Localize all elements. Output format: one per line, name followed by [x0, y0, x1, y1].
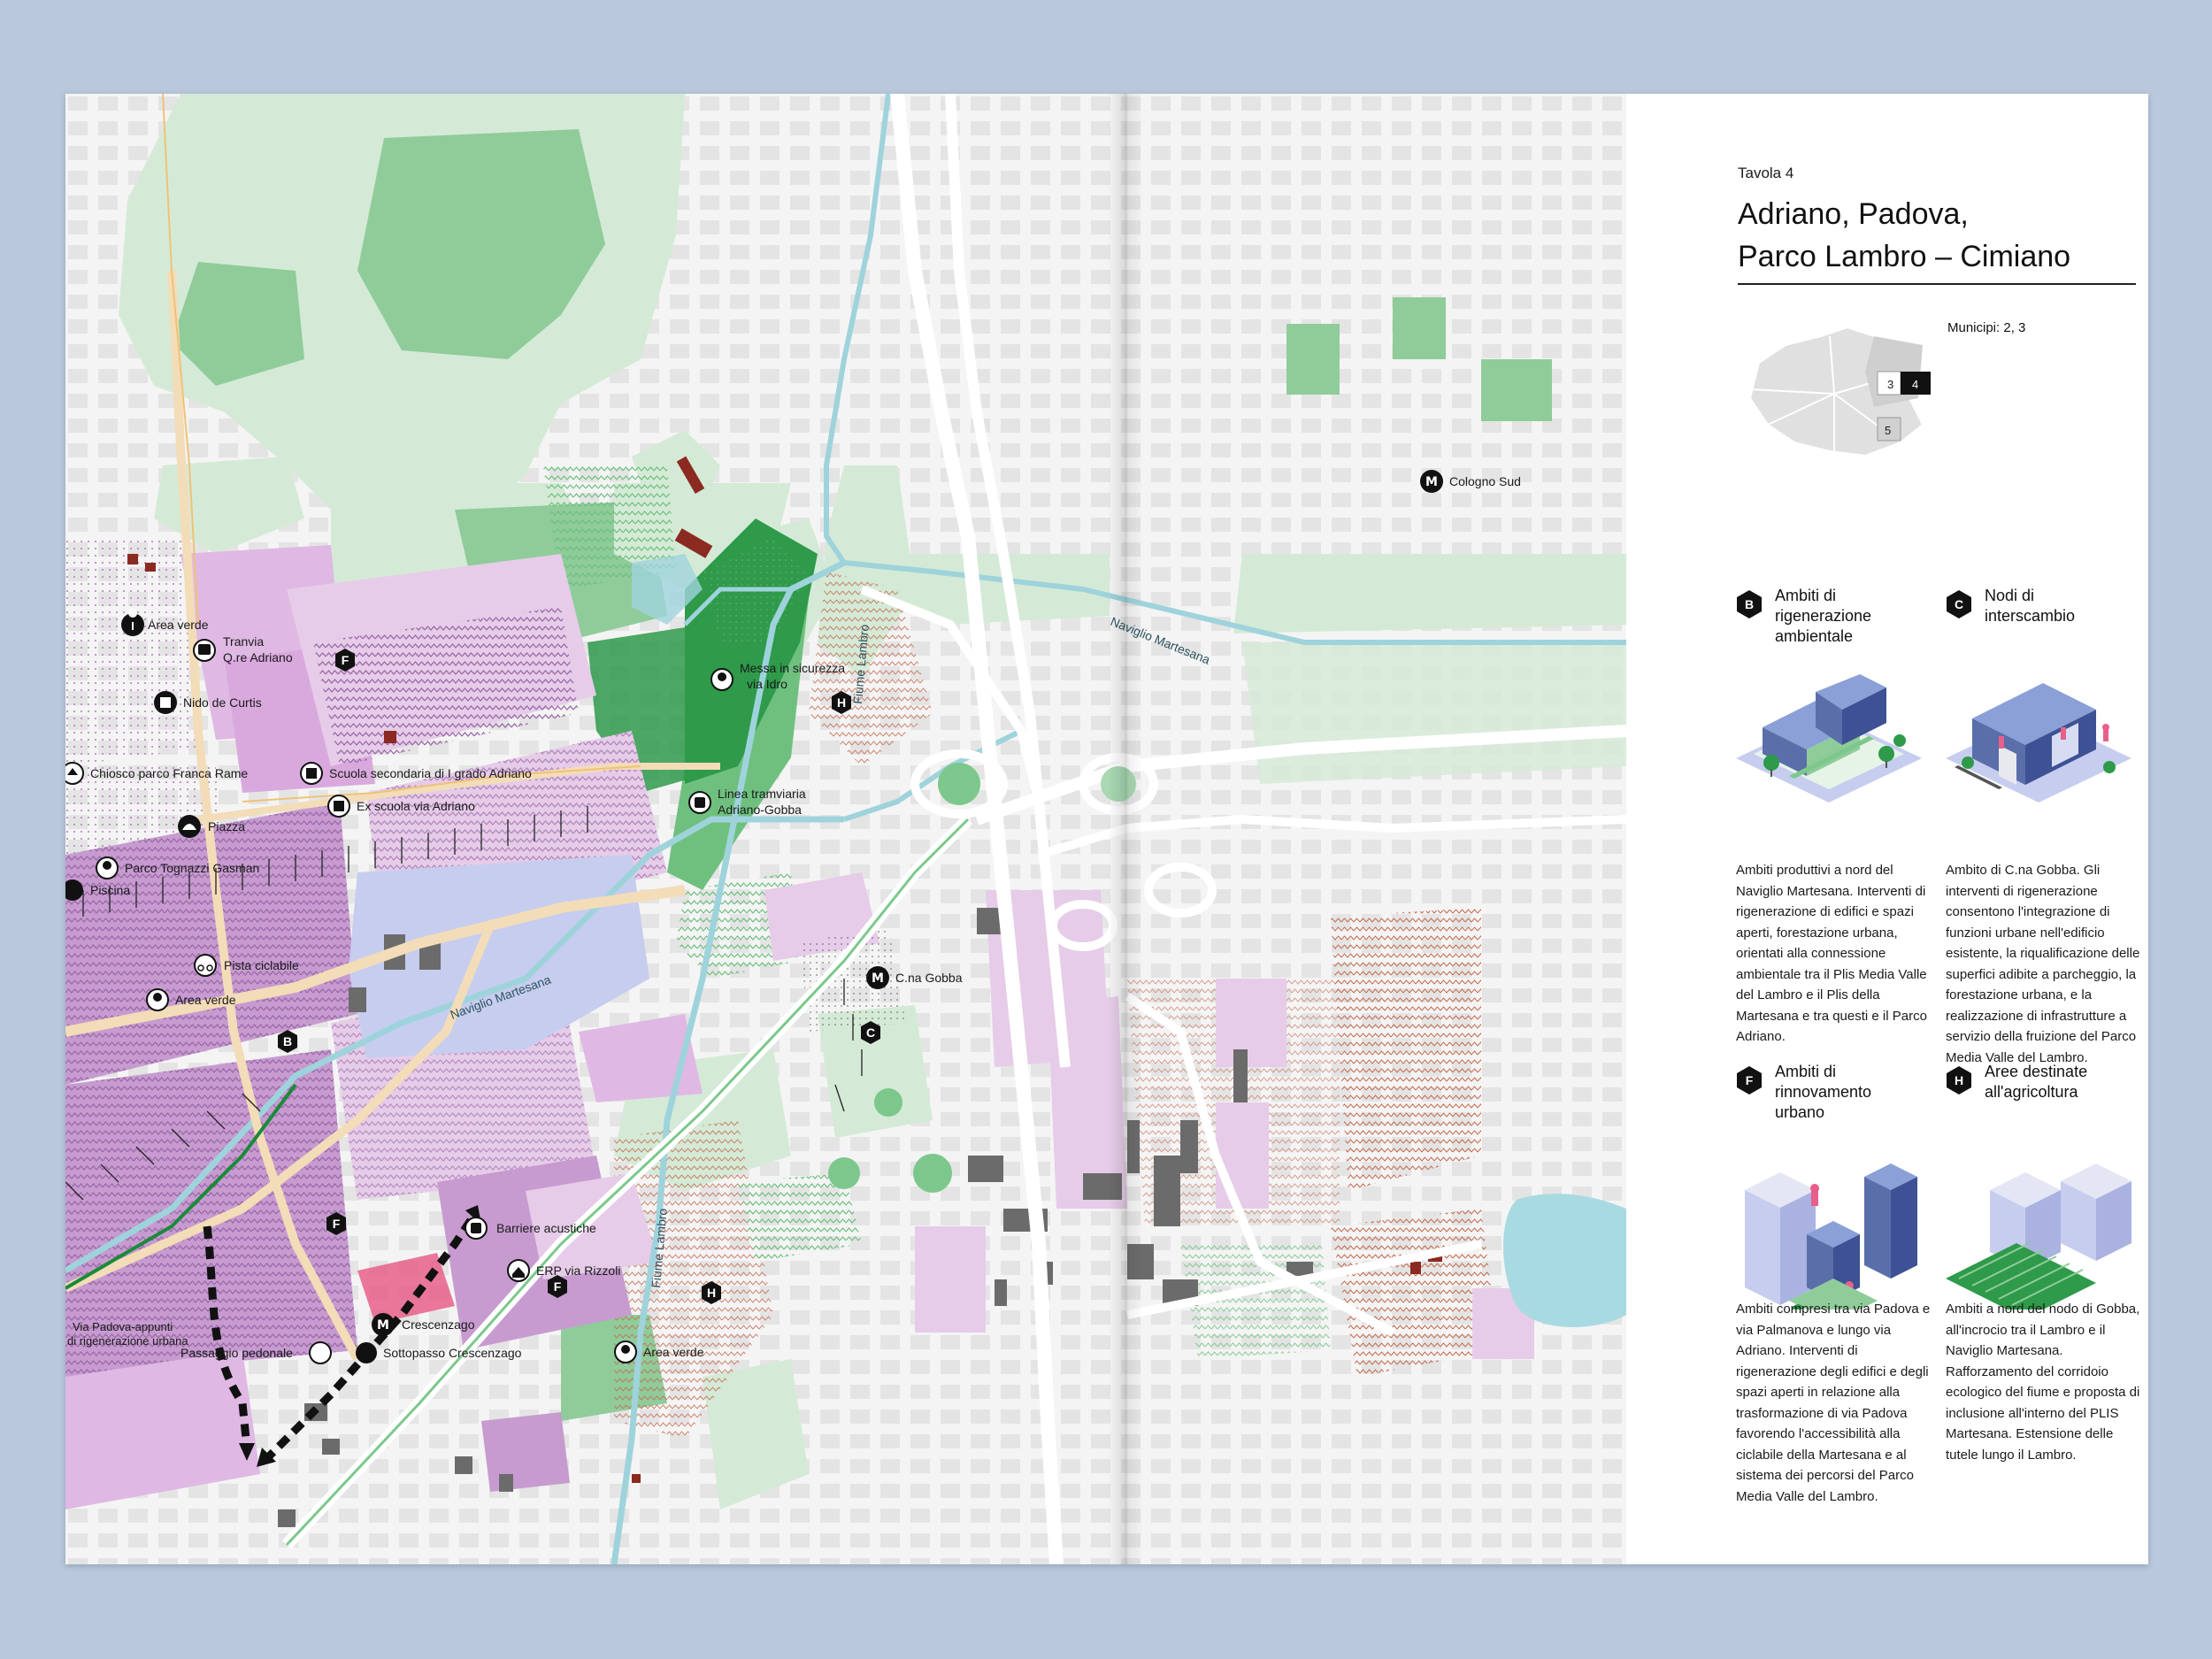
svg-text:C: C: [1955, 597, 1963, 611]
title-line: Parco Lambro – Cimiano: [1738, 240, 2071, 273]
metro-label: Cologno Sud: [1449, 474, 1521, 488]
svg-text:Area verde: Area verde: [175, 993, 236, 1007]
title-line: Adriano, Padova,: [1738, 197, 1969, 231]
via-padova-label: Via Padova-appunti: [73, 1320, 173, 1333]
municipi-locator-map: 3 4 5: [1748, 326, 1931, 457]
svg-text:Scuola secondaria di I grado A: Scuola secondaria di I grado Adriano: [329, 766, 532, 780]
municipi-label: Municipi: 2, 3: [1947, 320, 2026, 335]
svg-text:Adriano-Gobba: Adriano-Gobba: [718, 803, 802, 817]
svg-text:Piscina: Piscina: [90, 883, 130, 897]
tram-icon: [334, 801, 344, 811]
svg-text:ERP via Rizzoli: ERP via Rizzoli: [536, 1263, 620, 1278]
svg-text:Messa in sicurezza: Messa in sicurezza: [740, 661, 845, 675]
lake: [1503, 1194, 1626, 1327]
metro-label: Crescenzago: [402, 1317, 475, 1332]
barrier-icon: [471, 1223, 481, 1233]
tree-icon: [103, 861, 111, 870]
svg-text:Passaggio pedonale: Passaggio pedonale: [180, 1346, 293, 1360]
tree-icon: [718, 672, 726, 681]
hexagon-icon: B: [1737, 590, 1762, 618]
svg-text:Linea tramviaria: Linea tramviaria: [718, 787, 806, 801]
svg-text:Pista ciclabile: Pista ciclabile: [224, 958, 299, 972]
via-padova-sublabel: di rigenerazione urbana: [67, 1334, 188, 1348]
municipio-4: 4: [1912, 378, 1918, 391]
info-panel: Tavola 4 Adriano, Padova, Parco Lambro –…: [1626, 94, 2148, 1564]
svg-text:B: B: [283, 1034, 292, 1048]
svg-text:F: F: [342, 653, 349, 667]
category-title: Ambiti di rigenerazione ambientale: [1775, 587, 1872, 645]
metro-icon: M: [872, 972, 884, 986]
svg-text:B: B: [1745, 597, 1754, 611]
svg-text:Chiosco parco Franca Rame: Chiosco parco Franca Rame: [90, 766, 248, 780]
regeneration-illustration: [1736, 674, 1922, 803]
category-description: Ambito di C.na Gobba. Gli interventi di …: [1946, 863, 2140, 1065]
svg-text:Area verde: Area verde: [148, 618, 209, 632]
page-title: Adriano, Padova, Parco Lambro – Cimiano: [1738, 193, 2127, 278]
municipio-5: 5: [1885, 424, 1891, 437]
svg-text:Ex scuola via Adriano: Ex scuola via Adriano: [357, 799, 475, 813]
category-title: Nodi di interscambio: [1985, 587, 2076, 625]
tram-icon: [695, 797, 705, 808]
interchange-illustration: [1946, 683, 2131, 803]
svg-text:Tranvia: Tranvia: [223, 634, 264, 649]
svg-text:Barriere acustiche: Barriere acustiche: [496, 1221, 596, 1235]
district-map: M Cologno Sud M C.na Gobba M Crescenzago…: [65, 94, 1626, 1564]
svg-text:H: H: [1955, 1073, 1963, 1087]
tram-icon: [198, 644, 211, 655]
svg-text:Parco Tognazzi Gasman: Parco Tognazzi Gasman: [125, 861, 259, 875]
agriculture-illustration: [1946, 1164, 2131, 1310]
svg-text:via Idro: via Idro: [747, 677, 787, 691]
urban-renewal-illustration: [1745, 1164, 1917, 1310]
title-divider: [1738, 283, 2136, 285]
booklet-spread: M Cologno Sud M C.na Gobba M Crescenzago…: [65, 94, 2148, 1564]
svg-text:Nido de Curtis: Nido de Curtis: [183, 695, 262, 710]
metro-icon: M: [377, 1318, 389, 1333]
board-label: Tavola 4: [1738, 165, 1794, 181]
svg-text:F: F: [333, 1217, 341, 1231]
school-icon: [160, 697, 171, 708]
svg-text:Sottopasso Crescenzago: Sottopasso Crescenzago: [383, 1346, 522, 1360]
category-description: Ambiti compresi tra via Padova e via Pal…: [1736, 1302, 1931, 1504]
category-description: Ambiti a nord del nodo di Gobba, all'inc…: [1946, 1302, 2140, 1463]
tree-icon: [153, 993, 162, 1002]
tram-icon: [306, 768, 317, 779]
svg-text:F: F: [554, 1279, 562, 1294]
svg-text:Area verde: Area verde: [643, 1345, 704, 1359]
photo-background: M Cologno Sud M C.na Gobba M Crescenzago…: [0, 0, 2212, 1659]
svg-text:H: H: [837, 695, 846, 710]
hexagon-icon: C: [1947, 590, 1971, 618]
category-description: Ambiti produttivi a nord del Naviglio Ma…: [1736, 863, 1927, 1044]
municipio-3: 3: [1887, 378, 1893, 391]
tree-icon: [621, 1345, 630, 1354]
svg-text:H: H: [707, 1286, 716, 1300]
category-title: Aree destinate all'agricoltura: [1985, 1063, 2088, 1101]
hexagon-icon: H: [1947, 1066, 1971, 1094]
metro-label: C.na Gobba: [895, 971, 963, 985]
hexagon-icon: F: [1737, 1066, 1762, 1094]
svg-text:Piazza: Piazza: [208, 819, 245, 833]
svg-text:C: C: [866, 1025, 875, 1040]
category-title: Ambiti di rinnovamento urbano: [1775, 1063, 1872, 1121]
metro-icon: M: [1425, 475, 1438, 489]
svg-text:Q.re Adriano: Q.re Adriano: [223, 650, 293, 664]
svg-text:F: F: [1746, 1073, 1754, 1087]
